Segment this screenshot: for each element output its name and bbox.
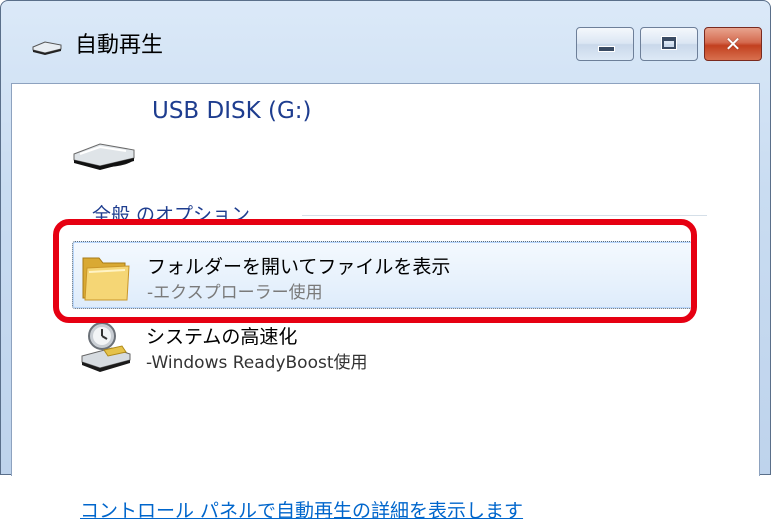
usb-drive-icon xyxy=(32,41,62,55)
option-title: フォルダーを開いてファイルを表示 xyxy=(147,256,451,278)
title-bar[interactable]: 自動再生 ✕ xyxy=(1,1,771,83)
group-label: 全般 のオプション xyxy=(92,200,257,227)
device-name: USB DISK (G:) xyxy=(152,98,312,124)
folder-icon xyxy=(82,257,130,301)
readyboost-icon xyxy=(81,320,131,372)
autoplay-window: 自動再生 ✕ USB DISK (G:) 全般 のオプション フォルダーを開いて… xyxy=(0,0,771,522)
option-title: システムの高速化 xyxy=(146,326,298,348)
minimize-button[interactable] xyxy=(576,27,634,61)
window-title: 自動再生 xyxy=(75,33,164,58)
client-area: USB DISK (G:) 全般 のオプション フォルダーを開いてファイルを表示… xyxy=(11,83,760,522)
control-panel-link[interactable]: コントロール パネルで自動再生の詳細を表示します xyxy=(80,496,523,523)
caption-buttons: ✕ xyxy=(576,27,762,61)
open-folder-option[interactable]: フォルダーを開いてファイルを表示 -エクスプローラー使用 xyxy=(72,241,694,309)
maximize-button[interactable] xyxy=(640,27,698,61)
close-icon: ✕ xyxy=(724,32,742,56)
group-divider xyxy=(302,215,707,216)
minimize-icon xyxy=(598,46,615,52)
speed-up-system-option[interactable]: システムの高速化 -Windows ReadyBoost使用 xyxy=(72,312,692,378)
usb-drive-icon xyxy=(73,143,135,170)
close-button[interactable]: ✕ xyxy=(704,27,762,61)
option-subtitle: -Windows ReadyBoost使用 xyxy=(146,353,368,373)
maximize-icon xyxy=(661,36,677,50)
option-subtitle: -エクスプローラー使用 xyxy=(147,283,323,303)
